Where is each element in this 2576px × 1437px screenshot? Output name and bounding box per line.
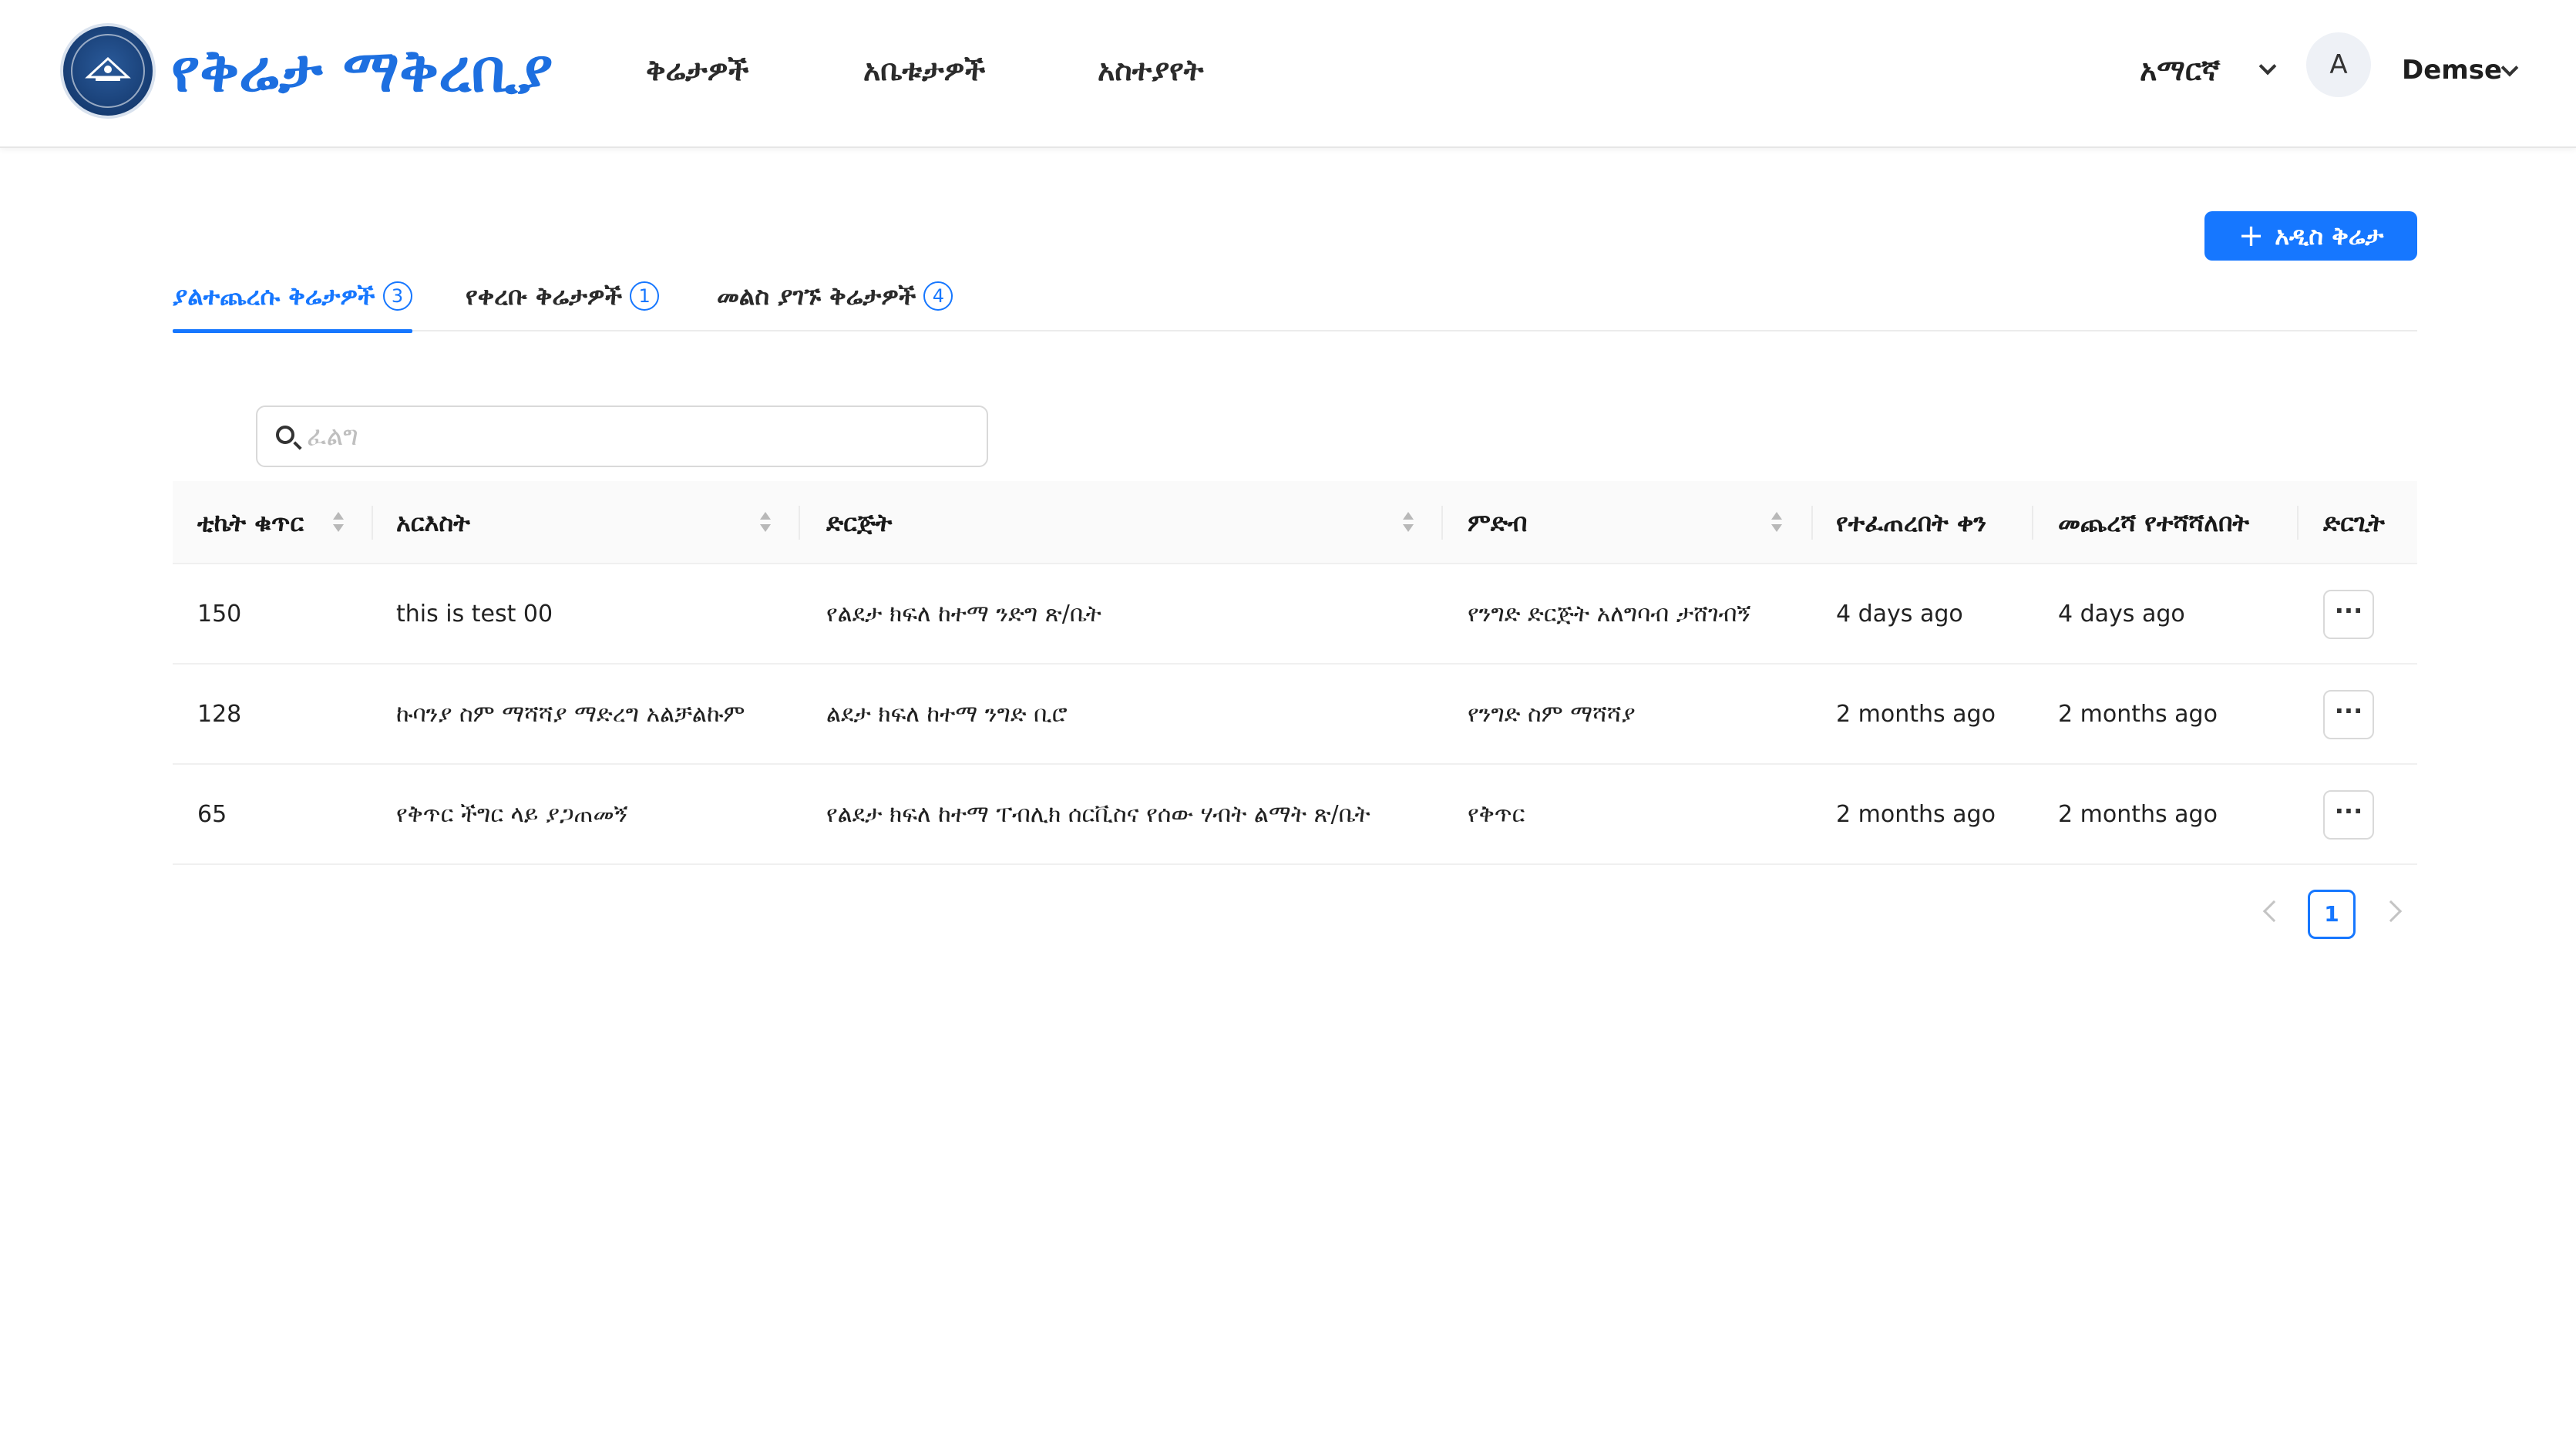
new-complaint-label: አዲስ ቅሬታ <box>2275 220 2384 251</box>
plus-icon: + <box>2238 218 2265 254</box>
avatar[interactable]: A <box>2306 32 2371 97</box>
column-updated: መጨረሻ የተሻሻለበት <box>2058 508 2250 537</box>
cell-title: የቅጥር ችግር ላይ ያጋጠመኝ <box>396 801 628 828</box>
sort-icon[interactable] <box>758 512 772 535</box>
column-category[interactable]: ምድብ <box>1468 481 1527 564</box>
cell-title: this is test 00 <box>396 601 553 628</box>
row-actions-button[interactable]: ··· <box>2323 790 2374 840</box>
nav-complaints[interactable]: ቅሬታዎች <box>646 51 748 89</box>
search-input[interactable] <box>307 415 970 458</box>
cell-category: የንግድ ድርጅት አለግባብ ታሸገብኝ <box>1468 601 1751 628</box>
pagination-prev-icon[interactable] <box>2262 900 2285 923</box>
column-divider <box>2297 506 2299 540</box>
cell-updated: 2 months ago <box>2058 701 2218 728</box>
complaints-table: ቲኬት ቁጥር አርእስት ድርጅት ምድብ የተፈጠረበት ቀን መጨረሻ የ… <box>173 481 2417 865</box>
tab-label: የቀረቡ ቅሬታዎች <box>466 281 623 311</box>
pagination-next-icon[interactable] <box>2379 900 2403 923</box>
tab-label: መልስ ያገኙ ቅሬታዎች <box>717 281 916 311</box>
top-header: የቅሬታ ማቅረቢያ ቅሬታዎች አቤቱታዎች አስተያየት አማርኛ A De… <box>0 0 2576 148</box>
cell-category: የንግድ ስም ማሻሻያ <box>1468 701 1636 728</box>
column-divider <box>1441 506 1443 540</box>
count-badge: 4 <box>923 281 953 311</box>
pagination-page[interactable]: 1 <box>2308 890 2356 939</box>
tab-submitted[interactable]: የቀረቡ ቅሬታዎች 1 <box>466 276 660 331</box>
column-divider <box>1811 506 1813 540</box>
sort-icon[interactable] <box>1401 512 1415 535</box>
tab-label: ያልተጨረሱ ቅሬታዎች <box>173 281 375 311</box>
cell-organization: ልደታ ክፍለ ከተማ ንግድ ቢሮ <box>826 701 1068 728</box>
table-header: ቲኬት ቁጥር አርእስት ድርጅት ምድብ የተፈጠረበት ቀን መጨረሻ የ… <box>173 481 2417 564</box>
column-created: የተፈጠረበት ቀን <box>1836 508 1987 537</box>
column-organization[interactable]: ድርጅት <box>826 481 892 564</box>
language-chevron-down-icon[interactable] <box>2258 57 2277 76</box>
logo[interactable] <box>60 23 156 119</box>
nav-feedback[interactable]: አስተያየት <box>1098 51 1203 89</box>
column-divider <box>2032 506 2033 540</box>
tab-unfinished[interactable]: ያልተጨረሱ ቅሬታዎች 3 <box>173 276 412 333</box>
table-row[interactable]: 128 ኩባንያ ስም ማሻሻያ ማድረግ አልቻልኩም ልደታ ክፍለ ከተማ… <box>173 665 2417 765</box>
cell-created: 2 months ago <box>1836 801 1996 828</box>
column-title[interactable]: አርእስት <box>396 481 470 564</box>
cell-created: 4 days ago <box>1836 601 1963 628</box>
nav-petitions[interactable]: አቤቱታዎች <box>863 51 985 89</box>
search-box[interactable] <box>256 406 988 467</box>
table-row[interactable]: 150 this is test 00 የልደታ ክፍለ ከተማ ንድግ ጽ/ቤ… <box>173 564 2417 665</box>
user-chevron-down-icon[interactable] <box>2500 59 2519 77</box>
cell-updated: 4 days ago <box>2058 601 2185 628</box>
complaint-tabs: ያልተጨረሱ ቅሬታዎች 3 የቀረቡ ቅሬታዎች 1 መልስ ያገኙ ቅሬታዎ… <box>173 276 2417 333</box>
sort-icon[interactable] <box>331 512 345 535</box>
cell-ticket-number: 128 <box>197 701 242 728</box>
language-selector[interactable]: አማርኛ <box>2140 51 2220 89</box>
count-badge: 1 <box>630 281 660 311</box>
column-action: ድርጊት <box>2323 508 2385 537</box>
user-menu[interactable]: Demse <box>2402 51 2502 89</box>
cell-ticket-number: 65 <box>197 801 227 828</box>
new-complaint-button[interactable]: + አዲስ ቅሬታ <box>2204 211 2417 261</box>
cell-updated: 2 months ago <box>2058 801 2218 828</box>
cell-title: ኩባንያ ስም ማሻሻያ ማድረግ አልቻልኩም <box>396 701 745 728</box>
row-actions-button[interactable]: ··· <box>2323 690 2374 739</box>
column-ticket-number[interactable]: ቲኬት ቁጥር <box>197 481 304 564</box>
cell-organization: የልደታ ክፍለ ከተማ ፐብሊክ ሰርቪስና የሰው ሃብት ልማት ጽ/ቤት <box>826 801 1370 828</box>
app-title[interactable]: የቅሬታ ማቅረቢያ <box>171 34 553 108</box>
logo-emblem-icon <box>85 56 131 81</box>
row-actions-button[interactable]: ··· <box>2323 590 2374 639</box>
tab-answered[interactable]: መልስ ያገኙ ቅሬታዎች 4 <box>717 276 953 331</box>
cell-created: 2 months ago <box>1836 701 1996 728</box>
column-divider <box>372 506 373 540</box>
search-icon <box>276 426 294 444</box>
table-row[interactable]: 65 የቅጥር ችግር ላይ ያጋጠመኝ የልደታ ክፍለ ከተማ ፐብሊክ ሰ… <box>173 765 2417 865</box>
count-badge: 3 <box>382 281 412 311</box>
cell-category: የቅጥር <box>1468 801 1525 828</box>
sort-icon[interactable] <box>1770 512 1784 535</box>
column-divider <box>799 506 800 540</box>
cell-organization: የልደታ ክፍለ ከተማ ንድግ ጽ/ቤት <box>826 601 1101 628</box>
cell-ticket-number: 150 <box>197 601 242 628</box>
